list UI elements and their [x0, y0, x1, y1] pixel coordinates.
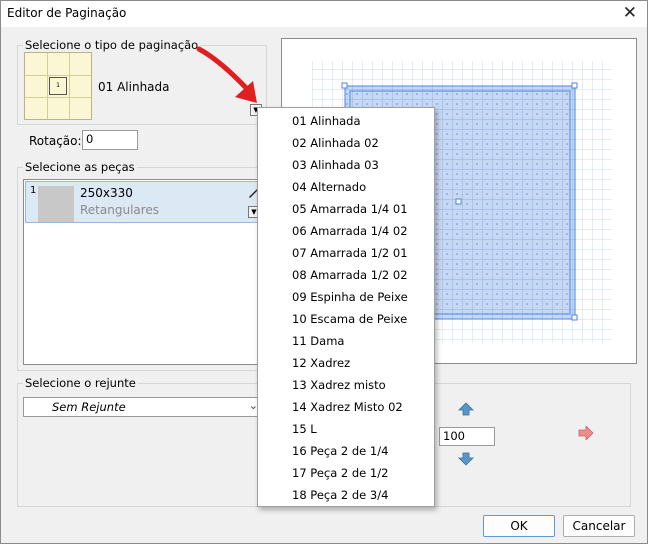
rotation-input[interactable]: 0	[82, 130, 138, 150]
dropdown-option[interactable]: 05 Amarrada 1/4 01	[258, 198, 434, 220]
dropdown-option[interactable]: 08 Amarrada 1/2 02	[258, 264, 434, 286]
grout-select[interactable]: Sem Rejunte ⌄	[23, 397, 265, 417]
window-title: Editor de Paginação	[7, 6, 127, 20]
dropdown-arrow-icon: ▼	[251, 208, 257, 216]
pagination-thumbnail: 1	[24, 52, 92, 120]
zoom-input[interactable]: 100	[439, 427, 495, 446]
pagination-dropdown-list: 01 Alinhada 02 Alinhada 02 03 Alinhada 03 0…	[257, 107, 435, 507]
piece-swatch	[38, 186, 74, 222]
cancel-button[interactable]: Cancelar	[563, 515, 635, 537]
ok-button[interactable]: OK	[483, 515, 555, 537]
grout-value: Sem Rejunte	[52, 400, 126, 414]
piece-index: 1	[30, 185, 37, 196]
piece-size: 250x330	[80, 186, 133, 200]
dropdown-option[interactable]: 04 Alternado	[258, 176, 434, 198]
dropdown-option[interactable]: 16 Peça 2 de 1/4	[258, 440, 434, 462]
grout-legend: Selecione o rejunte	[23, 376, 138, 390]
thumbnail-center-tile: 1	[49, 77, 67, 95]
pieces-list[interactable]: 1 250x330 Retangulares ▼	[23, 179, 265, 365]
piece-type: Retangulares	[80, 203, 160, 217]
dropdown-option[interactable]: 09 Espinha de Peixe	[258, 286, 434, 308]
dropdown-option[interactable]: 06 Amarrada 1/4 02	[258, 220, 434, 242]
selected-pagination-label: 01 Alinhada	[98, 80, 170, 94]
arrow-down-icon[interactable]	[458, 452, 474, 466]
dropdown-option[interactable]: 15 L	[258, 418, 434, 440]
dropdown-option[interactable]: 13 Xadrez misto	[258, 374, 434, 396]
dropdown-option[interactable]: 14 Xadrez Misto 02	[258, 396, 434, 418]
close-icon[interactable]: ✕	[623, 3, 637, 23]
pagination-type-legend: Selecione o tipo de paginação	[23, 38, 201, 52]
pieces-legend: Selecione as peças	[23, 160, 137, 174]
dropdown-option[interactable]: 01 Alinhada	[258, 110, 434, 132]
arrow-right-icon[interactable]	[578, 426, 594, 440]
dropdown-option[interactable]: 11 Dama	[258, 330, 434, 352]
dropdown-option[interactable]: 12 Xadrez	[258, 352, 434, 374]
dropdown-option[interactable]: 18 Peça 2 de 3/4	[258, 484, 434, 506]
dropdown-option[interactable]: 03 Alinhada 03	[258, 154, 434, 176]
list-item[interactable]: 1 250x330 Retangulares ▼	[25, 181, 263, 223]
arrow-up-icon[interactable]	[458, 402, 474, 416]
dropdown-option[interactable]: 02 Alinhada 02	[258, 132, 434, 154]
title-bar: Editor de Paginação ✕	[1, 1, 647, 27]
rotation-label: Rotação:	[29, 134, 82, 148]
red-pointer-arrow-icon	[196, 46, 257, 103]
dropdown-option[interactable]: 10 Escama de Peixe	[258, 308, 434, 330]
dropdown-option[interactable]: 07 Amarrada 1/2 01	[258, 242, 434, 264]
dropdown-option[interactable]: 17 Peça 2 de 1/2	[258, 462, 434, 484]
dialog-window: Editor de Paginação ✕ Selecione o tipo d…	[0, 0, 648, 544]
